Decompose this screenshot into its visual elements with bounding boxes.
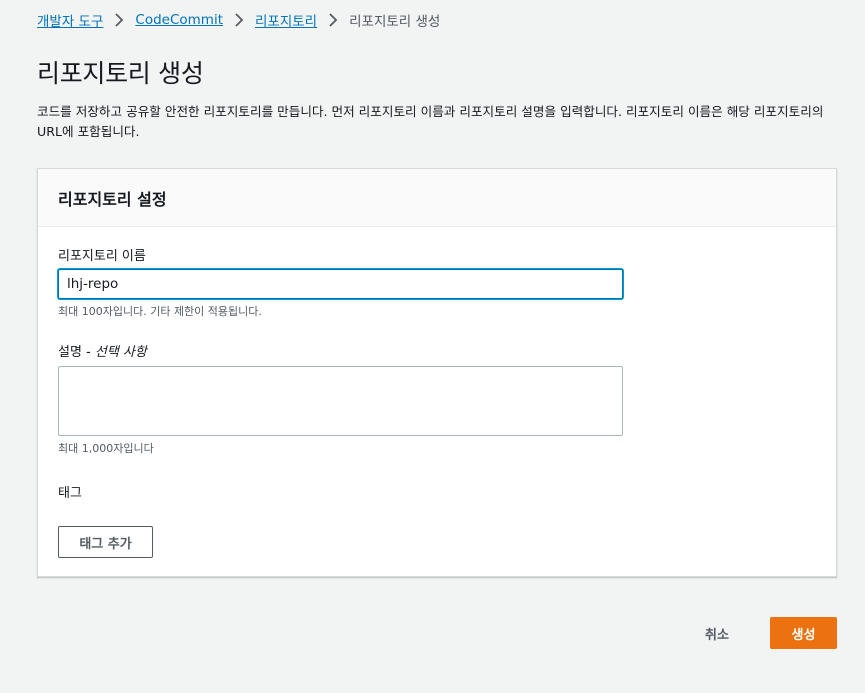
chevron-right-icon <box>223 13 255 27</box>
description-hint: 최대 1,000자입니다 <box>58 442 154 455</box>
page-title: 리포지토리 생성 <box>37 59 204 88</box>
chevron-right-icon <box>317 13 349 27</box>
breadcrumb-repositories[interactable]: 리포지토리 <box>255 10 317 30</box>
description-textarea[interactable] <box>58 366 623 436</box>
repository-name-input[interactable] <box>58 269 623 299</box>
tags-label: 태그 <box>58 486 82 501</box>
chevron-right-icon <box>103 13 135 27</box>
panel-title: 리포지토리 설정 <box>58 189 167 209</box>
breadcrumb-codecommit[interactable]: CodeCommit <box>135 12 223 28</box>
repository-name-hint: 최대 100자입니다. 기타 제한이 적용됩니다. <box>58 305 262 318</box>
cancel-button[interactable]: 취소 <box>688 617 746 649</box>
optional-label: - 선택 사항 <box>81 345 147 360</box>
create-repository-page: 개발자 도구 CodeCommit 리포지토리 리포지토리 생성 리포지토리 생… <box>0 0 865 693</box>
description-label-text: 설명 <box>58 345 82 360</box>
panel-header: 리포지토리 설정 <box>38 169 836 227</box>
breadcrumb: 개발자 도구 CodeCommit 리포지토리 리포지토리 생성 <box>37 10 440 30</box>
repository-settings-panel: 리포지토리 설정 리포지토리 이름 최대 100자입니다. 기타 제한이 적용됩… <box>37 168 837 577</box>
breadcrumb-current: 리포지토리 생성 <box>349 14 441 30</box>
page-description: 코드를 저장하고 공유할 안전한 리포지토리를 만듭니다. 먼저 리포지토리 이… <box>37 104 824 139</box>
description-label: 설명 - 선택 사항 <box>58 341 147 360</box>
add-tag-button[interactable]: 태그 추가 <box>58 526 153 558</box>
repository-name-label: 리포지토리 이름 <box>58 249 146 264</box>
breadcrumb-developer-tools[interactable]: 개발자 도구 <box>37 10 103 30</box>
create-button[interactable]: 생성 <box>770 617 837 649</box>
